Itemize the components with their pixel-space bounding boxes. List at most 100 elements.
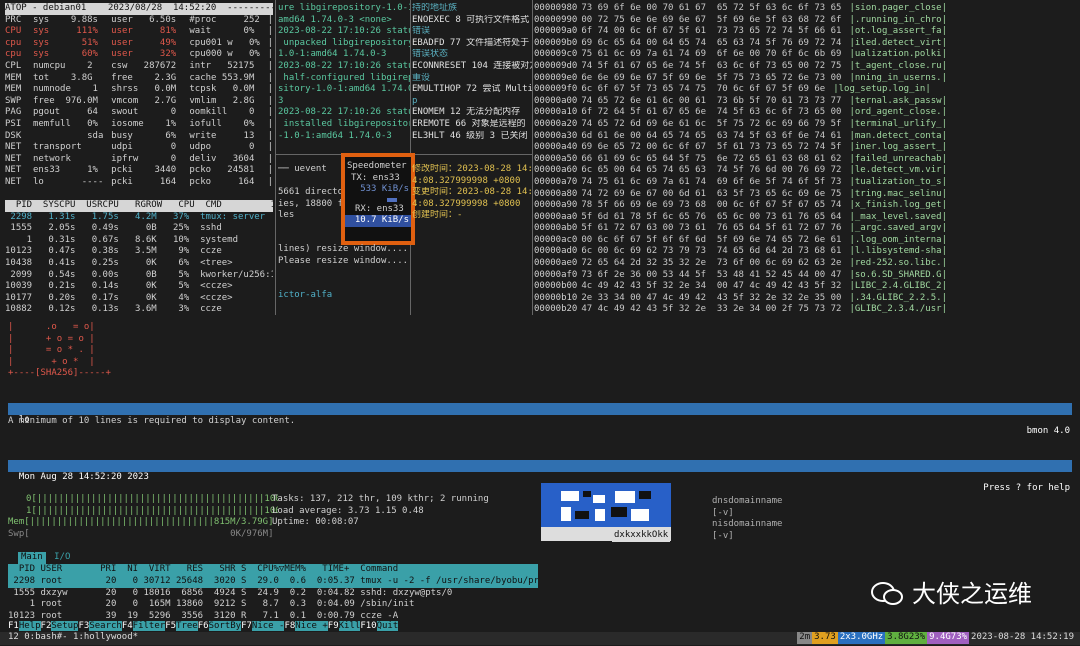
- udev-line: 5661 director: [278, 187, 346, 198]
- atop-cell-c1: numcpu 2: [32, 60, 93, 71]
- status-disk: 9.4G73%: [927, 632, 970, 644]
- atop-cell-l: NET: [5, 142, 22, 153]
- htop-fkey-7-label[interactable]: Nice -: [251, 621, 285, 631]
- errno-line: EL3HLT 46 级别 3 已关闭: [412, 130, 528, 141]
- atop-cell-c3: deliv 3604: [189, 153, 255, 164]
- atop-cell-l: cpu: [5, 49, 22, 60]
- htop-process-row[interactable]: 1 root 20 0 165M 13860 9212 S 8.7 0.3 0:…: [8, 599, 538, 611]
- atop-cell-sep: |: [267, 130, 273, 141]
- atop-cell-c3: intr 52175: [189, 60, 255, 71]
- htop-fkey-10-label[interactable]: Quit: [376, 621, 399, 631]
- atop-cell-c1: sys 111%: [32, 26, 98, 37]
- atop-cell-l: PRC: [5, 14, 22, 25]
- atop-cell-c2: pcki 3440: [111, 165, 177, 176]
- htop-fkey-10-key[interactable]: F10: [360, 621, 376, 631]
- atop-proc-row[interactable]: 10177 0.20s 0.17s 0K 4% <ccze>: [5, 293, 273, 305]
- htop-fkey-9-key[interactable]: F9: [328, 621, 339, 631]
- atop-cell-c3: pcko 164: [189, 176, 255, 187]
- hexdump-row: 000009a0 6f 74 00 6c 6f 67 5f 61 73 73 65…: [534, 26, 1080, 38]
- atop-cell-c3: oomkill 0: [189, 107, 255, 118]
- atop-stat-row: PSI memfull 0% iosome 1% iofull 0% |: [5, 119, 273, 131]
- htop-fkey-3-label[interactable]: Search: [89, 621, 122, 631]
- htop-cpu0-meter: 0[||||||||||||||||||||||||||||||||||||||…: [26, 494, 278, 504]
- htop-tabs: Main I/O: [18, 552, 73, 564]
- atop-proc-row[interactable]: 10123 0.47s 0.38s 3.5M 9% ccze: [5, 246, 273, 258]
- hexdump-bytes: 69 6e 65 72 00 6c 6f 67 5f 61 73 73 65 7…: [581, 142, 842, 153]
- hexdump-address: 00000a80: [534, 188, 578, 199]
- hexdump-address: 00000ac0: [534, 234, 578, 245]
- htop-fkey-7-key[interactable]: F7: [241, 621, 252, 631]
- atop-proc-row[interactable]: 1555 2.05s 0.49s 0B 25% sshd: [5, 223, 273, 235]
- file-time-line: 变更时间：2023-08-28 14:4: [412, 187, 532, 198]
- hexdump-address: 00000a00: [534, 95, 578, 106]
- tmux-window-list[interactable]: 12 0:bash#- 1:hollywood*: [8, 632, 138, 644]
- atop-cell-c1: sda: [32, 130, 104, 141]
- htop-fkey-6-label[interactable]: SortBy: [208, 621, 242, 631]
- hexdump-bytes: 74 65 72 6d 69 6e 61 6c 5f 75 72 6c 69 6…: [581, 118, 842, 129]
- htop-fkey-1-label[interactable]: Help: [18, 621, 41, 631]
- hexdump-bytes: 2e 33 34 00 47 4c 49 42 43 5f 32 2e 32 2…: [581, 292, 842, 303]
- atop-cell-l: PAG: [5, 107, 22, 118]
- htop-fkey-2-label[interactable]: Setup: [51, 621, 79, 631]
- hexdump-ascii: |man.detect_conta|: [849, 130, 947, 141]
- atop-cell-c2: free 2.3G: [111, 72, 177, 83]
- hexdump-ascii: |log_setup.log_in|: [833, 84, 931, 95]
- hexdump-row: 00000a00 74 65 72 6e 61 6c 00 61 73 6b 5f…: [534, 96, 1080, 108]
- htop-tab-main[interactable]: Main: [18, 552, 46, 564]
- hexdump-ascii: |ualization.polki|: [849, 49, 947, 60]
- file-times-pane: 修改时间：2023-08-28 14:4 4:08.327999998 +0800…: [412, 164, 532, 224]
- hexdump-bytes: 00 6c 6f 67 5f 6f 6f 6d 5f 69 6e 74 65 7…: [581, 234, 842, 245]
- atop-cell-l: PSI: [5, 118, 22, 129]
- atop-proc-row[interactable]: 10438 0.41s 0.25s 0K 6% <tree>: [5, 258, 273, 270]
- atop-proc-row[interactable]: 10882 0.12s 0.13s 3.6M 3% ccze: [5, 304, 273, 315]
- file-time-line: 创建时间：-: [412, 210, 463, 221]
- speedometer-title: Speedometer: [347, 161, 407, 171]
- htop-fkey-5-label[interactable]: Tree: [176, 621, 198, 631]
- atop-proc-row[interactable]: 2099 0.54s 0.00s 0B 5% kworker/u256:1: [5, 270, 273, 282]
- status-uptime: 2m: [797, 632, 813, 644]
- htop-fkey-9-label[interactable]: Kill: [338, 621, 361, 631]
- hexdump-address: 00000a90: [534, 200, 578, 211]
- atop-stat-row: cpu sys 60% user 32% cpu000 w 0% |: [5, 49, 273, 61]
- hexdump-row: 000009e0 6e 6e 69 6e 67 5f 69 6e 5f 75 73…: [534, 73, 1080, 85]
- hexdump-address: 000009c0: [534, 49, 578, 60]
- htop-fkey-2-key[interactable]: F2: [41, 621, 52, 631]
- errno-line: 错误: [412, 26, 431, 37]
- atop-proc-row[interactable]: 10039 0.21s 0.14s 0K 5% <ccze>: [5, 281, 273, 293]
- atop-pane: ATOP - debian01 2023/08/28 14:52:20 ----…: [5, 3, 273, 315]
- udev-line: [278, 176, 346, 188]
- htop-fkey-4-key[interactable]: F4: [122, 621, 133, 631]
- atop-cell-c1: tot 3.8G: [32, 72, 93, 83]
- hexdump-address: 000009f0: [534, 84, 578, 95]
- speedometer-box: Speedometer TX: ens33 533 KiB/s RX: ens3…: [341, 153, 415, 245]
- apt-log-line: ure libgirepository-1.0-1:: [278, 3, 410, 13]
- htop-fkey-6-key[interactable]: F6: [198, 621, 209, 631]
- htop-tab-io[interactable]: I/O: [51, 552, 73, 564]
- htop-fkey-5-key[interactable]: F5: [165, 621, 176, 631]
- htop-fkey-4-label[interactable]: Filter: [132, 621, 166, 631]
- htop-column-header[interactable]: PID USER PRI NI VIRT RES SHR S CPU%▽MEM%…: [8, 564, 538, 576]
- hexdump-address: 00000ae0: [534, 258, 578, 269]
- hexdump-bytes: 00 72 75 6e 6e 69 6e 67 5f 69 6e 5f 63 6…: [581, 14, 842, 25]
- hexdump-bytes: 6c 6f 67 5f 73 65 74 75 70 6c 6f 67 5f 6…: [581, 84, 826, 95]
- hexdump-row: 00000a80 74 72 69 6e 67 00 6d 61 63 5f 73…: [534, 189, 1080, 201]
- hexdump-bytes: 74 65 72 6e 61 6c 00 61 73 6b 5f 70 61 7…: [581, 95, 842, 106]
- nisdomainname-label: nisdomainname: [712, 519, 783, 530]
- htop-fkey-3-key[interactable]: F3: [78, 621, 89, 631]
- atop-proc-row[interactable]: 1 0.31s 0.67s 8.6K 10% systemd: [5, 235, 273, 247]
- htop-function-keys: F1HelpF2SetupF3SearchF4FilterF5TreeF6Sor…: [8, 621, 538, 633]
- atop-stats: PRC sys 9.88s user 6.50s #proc 252 | CPU sys 1…: [5, 15, 273, 189]
- atop-cell-c2: busy 6%: [111, 130, 177, 141]
- hexdump-ascii: |iner.log_assert_|: [849, 142, 947, 153]
- htop-fkey-1-key[interactable]: F1: [8, 621, 19, 631]
- htop-fkey-8-key[interactable]: F8: [284, 621, 295, 631]
- htop-fkey-8-label[interactable]: Nice +: [295, 621, 328, 631]
- atop-proc-list: 2298 1.31s 1.75s 4.2M 37% tmux: server 1…: [5, 212, 273, 315]
- htop-process-row[interactable]: 1555 dxzyw 20 0 18016 6856 4924 S 24.9 0…: [8, 588, 538, 600]
- atop-cell-sep: |: [267, 26, 273, 37]
- htop-process-row[interactable]: 2298 root 20 0 30712 25648 3020 S 29.0 0…: [8, 576, 538, 588]
- atop-proc-row[interactable]: 2298 1.31s 1.75s 4.2M 37% tmux: server: [5, 212, 273, 224]
- qr-caption: dxkxxkkOkk: [612, 530, 671, 542]
- hexdump-row: 00000990 00 72 75 6e 6e 69 6e 67 5f 69 6e…: [534, 15, 1080, 27]
- hexdump-address: 00000ab0: [534, 223, 578, 234]
